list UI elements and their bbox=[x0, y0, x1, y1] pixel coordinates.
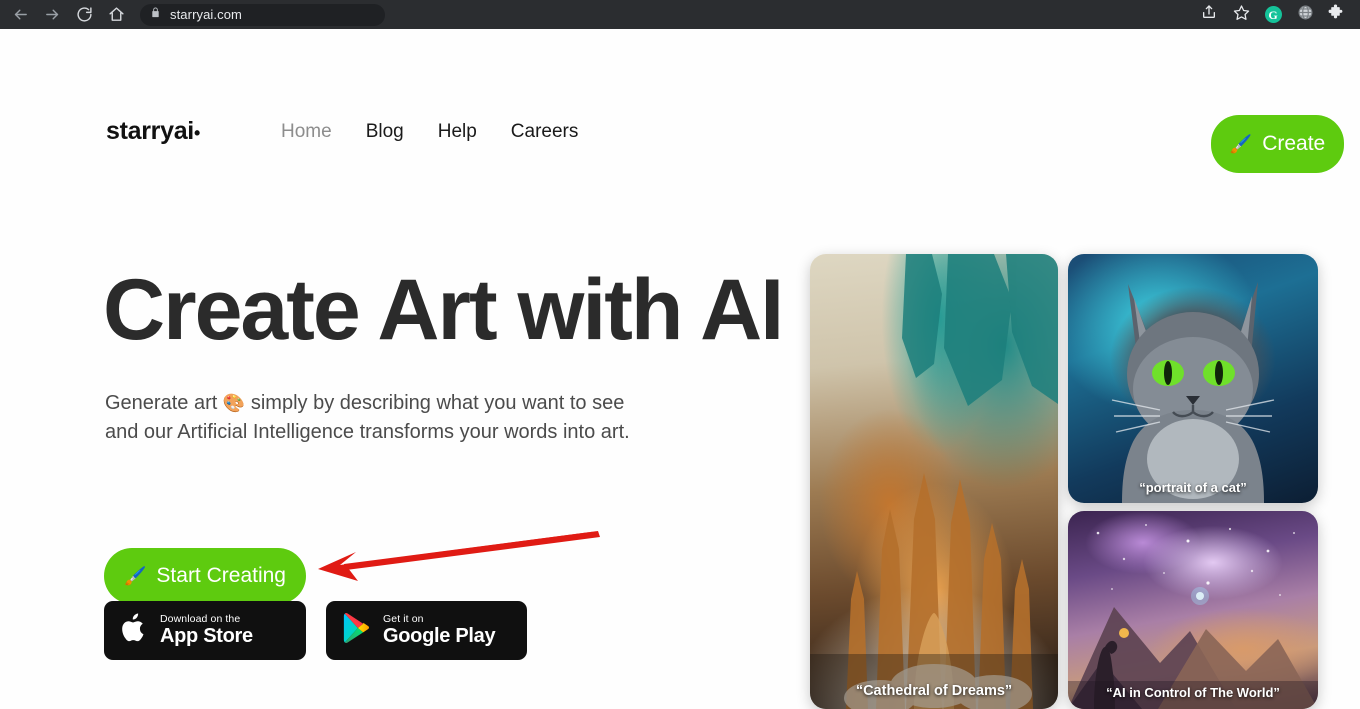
back-button[interactable] bbox=[4, 0, 36, 29]
browser-nav-buttons bbox=[0, 0, 132, 29]
start-creating-button[interactable]: 🖌️ Start Creating bbox=[104, 548, 306, 604]
translate-button[interactable] bbox=[1290, 0, 1320, 29]
art-card-caption: “Cathedral of Dreams” bbox=[855, 683, 1013, 699]
nav-item-blog[interactable]: Blog bbox=[366, 121, 404, 143]
browser-toolbar: starryai.com G bbox=[0, 0, 1360, 29]
share-button[interactable] bbox=[1194, 0, 1224, 29]
app-store-badge[interactable]: Download on the App Store bbox=[104, 601, 306, 660]
hero-title: Create Art with AI bbox=[103, 262, 784, 358]
star-bookmark-icon bbox=[1233, 4, 1250, 26]
nav-item-help[interactable]: Help bbox=[438, 121, 477, 143]
art-card-cathedral[interactable]: “Cathedral of Dreams” bbox=[810, 254, 1058, 709]
apple-logo-icon bbox=[120, 611, 149, 650]
puzzle-piece-icon bbox=[1328, 3, 1346, 26]
red-arrow-annotation bbox=[318, 531, 600, 581]
space-detail bbox=[1068, 524, 1318, 709]
lock-icon bbox=[150, 6, 161, 24]
app-store-badge-text: Download on the App Store bbox=[160, 614, 253, 646]
home-button[interactable] bbox=[100, 0, 132, 29]
home-icon bbox=[108, 6, 125, 23]
grammarly-letter: G bbox=[1268, 7, 1278, 22]
grammarly-icon: G bbox=[1264, 6, 1282, 23]
forward-arrow-icon bbox=[44, 6, 61, 23]
google-play-big-text: Google Play bbox=[383, 624, 496, 647]
app-store-big-text: App Store bbox=[160, 624, 253, 647]
create-button[interactable]: 🖌️ Create bbox=[1211, 115, 1344, 173]
paintbrush-icon: 🖌️ bbox=[124, 566, 147, 586]
store-badges: Download on the App Store Get it on Goog… bbox=[104, 601, 527, 660]
back-arrow-icon bbox=[12, 6, 29, 23]
site-logo[interactable]: starryai• bbox=[106, 117, 200, 146]
google-play-badge[interactable]: Get it on Google Play bbox=[326, 601, 527, 660]
paintbrush-icon: 🖌️ bbox=[1229, 134, 1253, 154]
art-card-cat[interactable]: “portrait of a cat” bbox=[1068, 254, 1318, 503]
main-navigation: Home Blog Help Careers bbox=[281, 121, 578, 143]
app-store-small-text: Download on the bbox=[160, 613, 241, 626]
reload-button[interactable] bbox=[68, 0, 100, 29]
cathedral-detail bbox=[810, 254, 1058, 709]
address-bar[interactable]: starryai.com bbox=[140, 3, 385, 26]
create-button-label: Create bbox=[1262, 132, 1326, 155]
nav-item-careers[interactable]: Careers bbox=[511, 121, 579, 143]
nav-item-home[interactable]: Home bbox=[281, 121, 332, 143]
extensions-button[interactable] bbox=[1322, 0, 1352, 29]
art-card-caption: “portrait of a cat” bbox=[1139, 480, 1247, 495]
grammarly-extension-button[interactable]: G bbox=[1258, 0, 1288, 29]
google-play-badge-text: Get it on Google Play bbox=[383, 613, 496, 647]
cat-detail bbox=[1111, 282, 1275, 503]
art-card-space[interactable]: “AI in Control of The World” bbox=[1068, 511, 1318, 709]
site-logo-text: starryai bbox=[106, 117, 194, 145]
forward-button[interactable] bbox=[36, 0, 68, 29]
share-icon bbox=[1201, 4, 1217, 25]
bookmark-button[interactable] bbox=[1226, 0, 1256, 29]
hero-subtitle-part2: simply by describing what you want to se… bbox=[250, 392, 625, 414]
globe-icon bbox=[1297, 4, 1314, 26]
hero-subtitle-part1: Generate art bbox=[105, 392, 218, 414]
start-creating-label: Start Creating bbox=[156, 564, 286, 587]
art-card-caption: “AI in Control of The World” bbox=[1106, 685, 1280, 700]
logo-dot-icon: • bbox=[193, 123, 200, 143]
browser-toolbar-right: G bbox=[1194, 0, 1360, 29]
reload-icon bbox=[76, 6, 93, 23]
site-header: starryai• Home Blog Help Careers 🖌️ Crea… bbox=[0, 29, 1360, 173]
google-play-icon bbox=[342, 612, 372, 649]
address-bar-text: starryai.com bbox=[170, 7, 242, 22]
google-play-small-text: Get it on bbox=[383, 613, 424, 626]
hero-subtitle-line2: and our Artificial Intelligence transfor… bbox=[105, 420, 630, 443]
hero-subtitle: Generate art 🎨 simply by describing what… bbox=[105, 389, 745, 446]
webpage-content: starryai• Home Blog Help Careers 🖌️ Crea… bbox=[0, 29, 1360, 709]
palette-icon: 🎨 bbox=[222, 393, 246, 413]
